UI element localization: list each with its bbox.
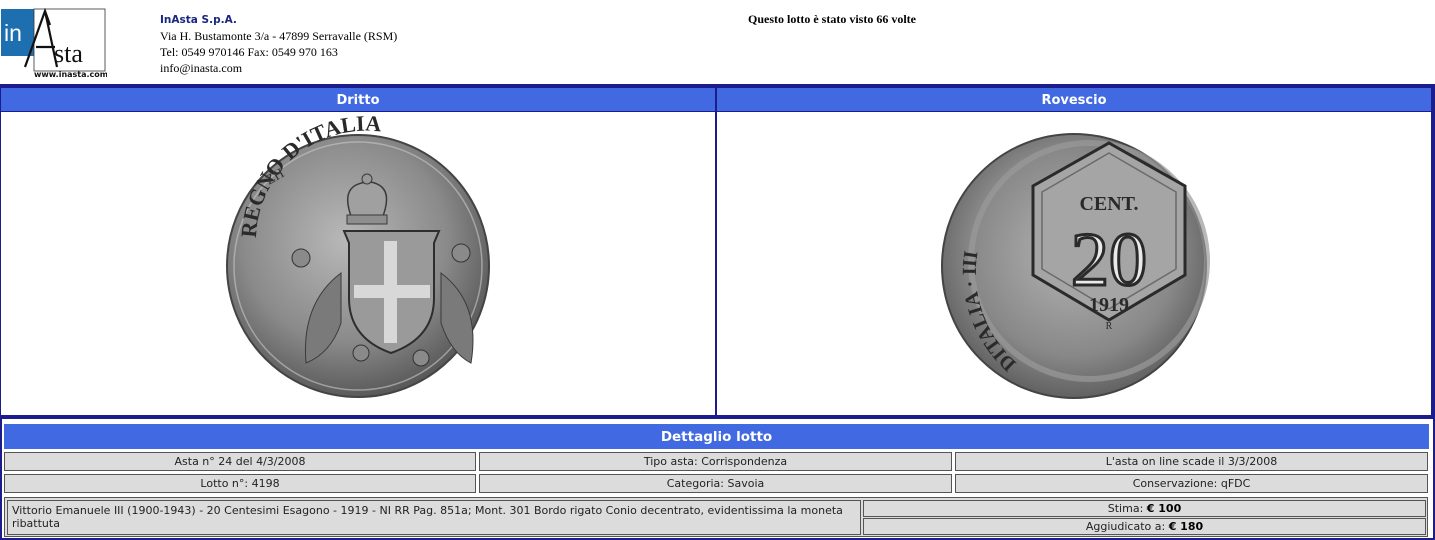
- obverse-coin-icon: REGNO D'ITALIA ZH: [226, 110, 490, 398]
- hammer-value: € 180: [1168, 520, 1204, 533]
- auction-expiry: L'asta on line scade il 3/3/2008: [955, 452, 1428, 471]
- inasta-logo-icon: in sta www.inasta.com: [1, 7, 108, 79]
- lot-number: Lotto n°: 4198: [4, 474, 476, 493]
- lot-category: Categoria: Savoia: [479, 474, 952, 493]
- obverse-image[interactable]: REGNO D'ITALIA ZH: [1, 110, 715, 415]
- page-header: in sta www.inasta.com InAsta S.p.A. Via …: [0, 0, 1435, 84]
- reverse-value: 20: [1071, 218, 1147, 302]
- auction-type: Tipo asta: Corrispondenza: [479, 452, 952, 471]
- logo-sta-text: sta: [54, 39, 83, 68]
- details-title: Dettaglio lotto: [4, 424, 1429, 449]
- reverse-year: 1919: [1089, 294, 1129, 316]
- view-count: Questo lotto è stato visto 66 volte: [748, 12, 916, 26]
- reverse-panel: Rovescio DITALIA · III CENT. 20 1919 R: [717, 88, 1431, 415]
- description-row: Vittorio Emanuele III (1900-1943) - 20 C…: [4, 497, 1428, 537]
- hammer-price: Aggiudicato a: € 180: [863, 518, 1426, 535]
- hammer-label: Aggiudicato a:: [1085, 520, 1169, 533]
- lot-description: Vittorio Emanuele III (1900-1943) - 20 C…: [7, 500, 861, 535]
- lot-frame: Dritto REGNO D'ITALIA ZH Rovescio DITALI…: [0, 84, 1435, 540]
- company-email[interactable]: info@inasta.com: [160, 60, 397, 76]
- estimate: Stima: € 100: [863, 500, 1426, 517]
- reverse-coin-icon: DITALIA · III CENT. 20 1919 R: [941, 133, 1210, 399]
- inasta-logo[interactable]: in sta www.inasta.com: [1, 5, 108, 79]
- company-address: Via H. Bustamonte 3/a - 47899 Serravalle…: [160, 29, 398, 43]
- lot-condition: Conservazione: qFDC: [955, 474, 1428, 493]
- obverse-panel: Dritto REGNO D'ITALIA ZH: [1, 88, 715, 415]
- reverse-title: Rovescio: [717, 88, 1431, 112]
- logo-url: www.inasta.com: [34, 70, 107, 79]
- company-name: InAsta S.p.A.: [160, 14, 237, 26]
- reverse-mint: R: [1106, 321, 1113, 332]
- logo-in-text: in: [4, 20, 22, 46]
- auction-number: Asta n° 24 del 4/3/2008: [4, 452, 476, 471]
- estimate-value: € 100: [1146, 502, 1182, 515]
- estimate-label: Stima:: [1107, 502, 1147, 515]
- obverse-title: Dritto: [1, 88, 715, 112]
- reverse-cent: CENT.: [1079, 193, 1138, 215]
- reverse-image[interactable]: DITALIA · III CENT. 20 1919 R: [717, 113, 1431, 415]
- lot-details: Dettaglio lotto Asta n° 24 del 4/3/2008 …: [0, 417, 1435, 540]
- company-phone: Tel: 0549 970146 Fax: 0549 970 163: [160, 45, 338, 59]
- company-info: InAsta S.p.A. Via H. Bustamonte 3/a - 47…: [160, 12, 397, 76]
